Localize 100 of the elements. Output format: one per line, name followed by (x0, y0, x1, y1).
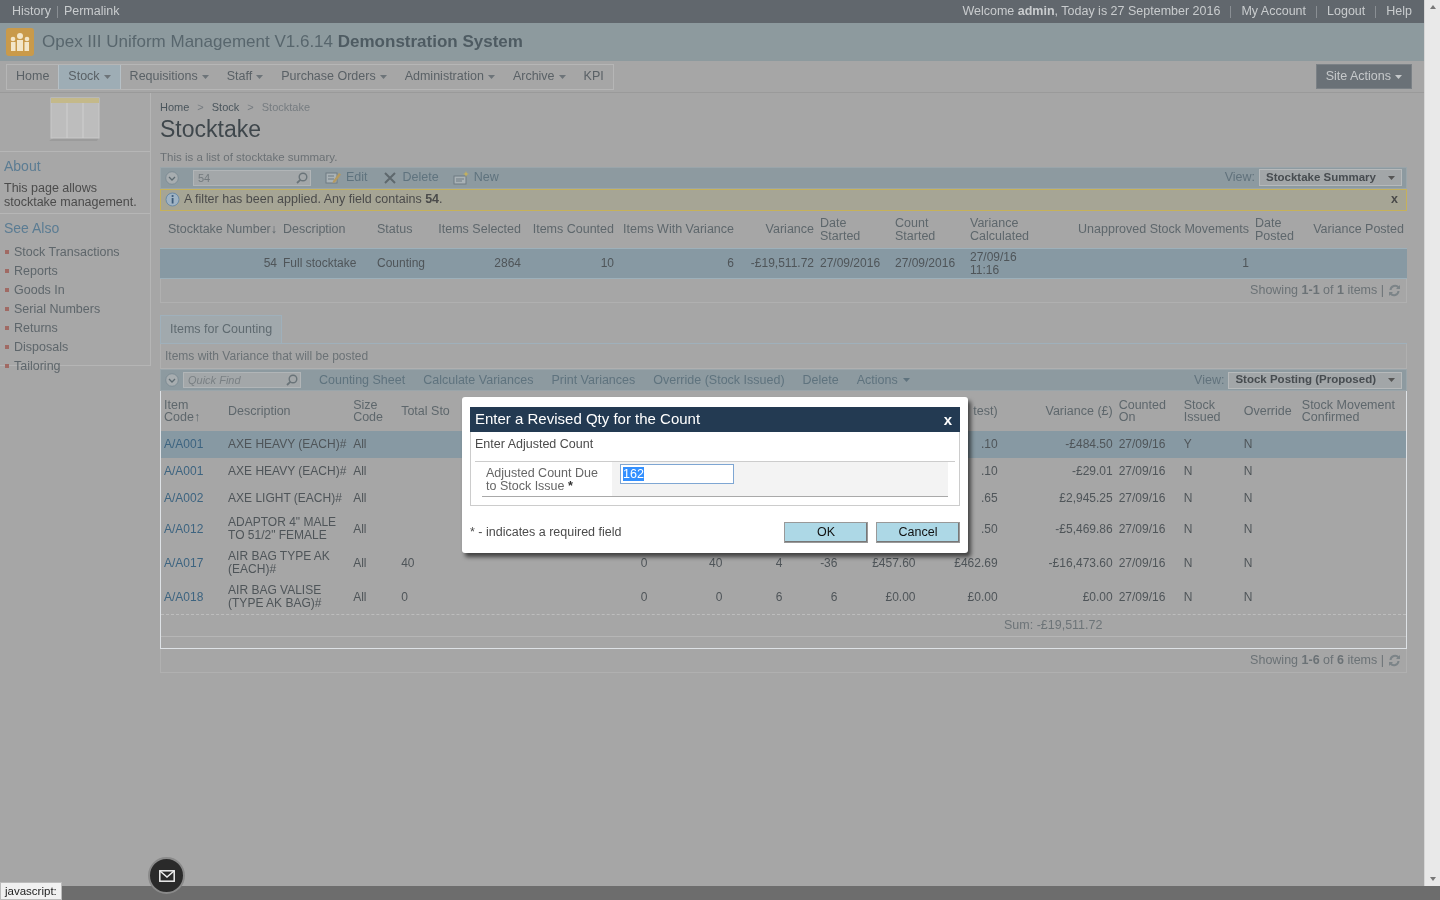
column-header[interactable]: Date Started (820, 217, 889, 242)
table-cell: All (353, 555, 367, 570)
table-cell: 40 (401, 555, 415, 570)
table-cell: AIR BAG VALISE (TYPE AK BAG)# (228, 583, 322, 610)
column-header[interactable]: Variance Calculated (970, 217, 1049, 242)
column-header[interactable]: Items Counted (527, 223, 614, 236)
column-header[interactable]: Stock Issued (1183, 398, 1238, 424)
nav-item[interactable]: Purchase Orders (272, 64, 396, 89)
view-dropdown[interactable]: Stocktake Summary (1259, 169, 1402, 187)
column-header[interactable]: Items Selected (434, 223, 521, 236)
table-cell: 27/09/16 11:16 (970, 250, 1017, 277)
table-cell: All (353, 589, 367, 604)
breadcrumb-link[interactable]: Home (160, 99, 190, 116)
table-cell: 2864 (494, 256, 521, 271)
breadcrumb-link[interactable]: Stock (211, 99, 240, 116)
people-logo-icon (6, 28, 34, 56)
column-header[interactable]: Items With Variance (620, 223, 734, 236)
table-cell: Y (1183, 437, 1192, 452)
item-code-link[interactable]: A/A017 (164, 555, 204, 570)
item-code-link[interactable]: A/A012 (164, 521, 204, 536)
bullet-icon (5, 250, 9, 254)
sidebar-link[interactable]: Disposals (0, 337, 150, 357)
account-link[interactable]: My Account (1241, 2, 1307, 21)
column-header[interactable]: Variance (£) (1003, 404, 1113, 418)
pagination-text: Showing 1-6 of 6 items | (1250, 652, 1384, 670)
refresh-icon (1388, 654, 1401, 667)
column-header[interactable]: Size Code (353, 398, 396, 424)
column-header[interactable]: Stock Movement Confirmed (1301, 398, 1403, 424)
caret-icon (379, 74, 387, 79)
bullet-icon (5, 288, 9, 292)
column-header[interactable]: Override (1243, 404, 1296, 418)
refresh-icon (1388, 284, 1401, 298)
table-cell: 27/09/2016 (895, 256, 956, 271)
table-cell: AIR BAG TYPE AK (EACH)# (228, 549, 330, 576)
table-cell: 27/09/16 (1118, 555, 1166, 570)
item-code-link[interactable]: A/A002 (164, 491, 204, 506)
table-cell: All (353, 464, 367, 479)
column-header[interactable]: Counted On (1118, 398, 1178, 424)
top-link[interactable]: Permalink (63, 2, 120, 21)
page-icon (47, 97, 103, 143)
mail-button[interactable] (148, 857, 185, 894)
mail-icon (158, 869, 175, 882)
dialog-button[interactable]: Cancel (876, 522, 960, 543)
table-cell: AXE LIGHT (EACH)# (228, 491, 342, 506)
column-header[interactable]: Stocktake Number↓ (163, 223, 277, 236)
tab[interactable]: Items for Counting (160, 315, 283, 343)
nav-item[interactable]: KPI (574, 64, 613, 89)
table-cell: 0 (401, 589, 408, 604)
table-cell: All (353, 437, 367, 452)
document-icon (452, 169, 469, 186)
sidebar-link[interactable]: Goods In (0, 280, 150, 300)
top-link[interactable]: History (12, 2, 51, 21)
column-header[interactable]: Item Code↑ (164, 398, 223, 424)
caret-icon (487, 74, 495, 79)
item-code-link[interactable]: A/A018 (164, 589, 204, 604)
table-cell: ADAPTOR 4" MALE TO 51/2" FEMALE (228, 515, 337, 542)
sidebar-link[interactable]: Returns (0, 318, 150, 338)
table-cell: N (1183, 491, 1193, 506)
table-cell: N (1243, 491, 1253, 506)
table-cell: 54 (263, 256, 277, 271)
pagination-text: Showing 1-1 of 1 items | (1250, 282, 1384, 300)
input-field[interactable]: 162 (620, 463, 734, 484)
table-cell: £0.00 (885, 589, 916, 604)
item-code-link[interactable]: A/A001 (164, 464, 204, 479)
nav-item[interactable]: Staff (217, 64, 273, 89)
sidebar-link[interactable]: Stock Transactions (0, 242, 150, 262)
column-header[interactable]: Description (228, 404, 348, 418)
nav-item[interactable]: Requisitions (120, 64, 218, 89)
table-cell: 10 (600, 256, 614, 271)
table-cell: Counting (377, 256, 426, 271)
account-link[interactable]: Logout (1327, 2, 1366, 21)
table-cell: 6 (727, 256, 734, 271)
column-header[interactable]: Unapproved Stock Movements (1055, 223, 1249, 236)
table-cell: £2,945.25 (1059, 491, 1113, 506)
sidebar-link[interactable]: Serial Numbers (0, 299, 150, 319)
column-header[interactable]: Description (283, 223, 371, 236)
nav-item[interactable]: Administration (395, 64, 504, 89)
column-header[interactable]: Variance Posted (1305, 223, 1404, 236)
close-button[interactable]: x (1387, 190, 1402, 210)
column-header[interactable]: Count Started (895, 217, 964, 242)
site-actions-button[interactable]: Site Actions (1315, 64, 1412, 89)
column-header[interactable]: Status (377, 223, 428, 236)
sidebar-link[interactable]: Reports (0, 261, 150, 281)
nav-item[interactable]: Home (7, 64, 59, 89)
sidebar-link[interactable]: Tailoring (0, 356, 150, 376)
dialog-heading: Enter Adjusted Count (475, 436, 595, 453)
dialog-button[interactable]: OK (784, 522, 868, 543)
table-cell: 27/09/16 (1118, 491, 1166, 506)
required-note: * - indicates a required field (470, 524, 622, 542)
column-header[interactable]: Date Posted (1255, 217, 1299, 242)
column-header[interactable]: Variance (740, 223, 814, 236)
account-link[interactable]: Help (1386, 2, 1412, 21)
scrollbar[interactable] (1424, 0, 1440, 886)
table-cell: 27/09/16 (1118, 437, 1166, 452)
nav-item[interactable]: Archive (503, 64, 575, 89)
bullet-icon (5, 364, 9, 368)
nav-item[interactable]: Stock (58, 64, 121, 89)
close-button[interactable]: x (940, 412, 955, 427)
table-cell: 27/09/16 (1118, 464, 1166, 479)
table-cell: N (1183, 464, 1193, 479)
